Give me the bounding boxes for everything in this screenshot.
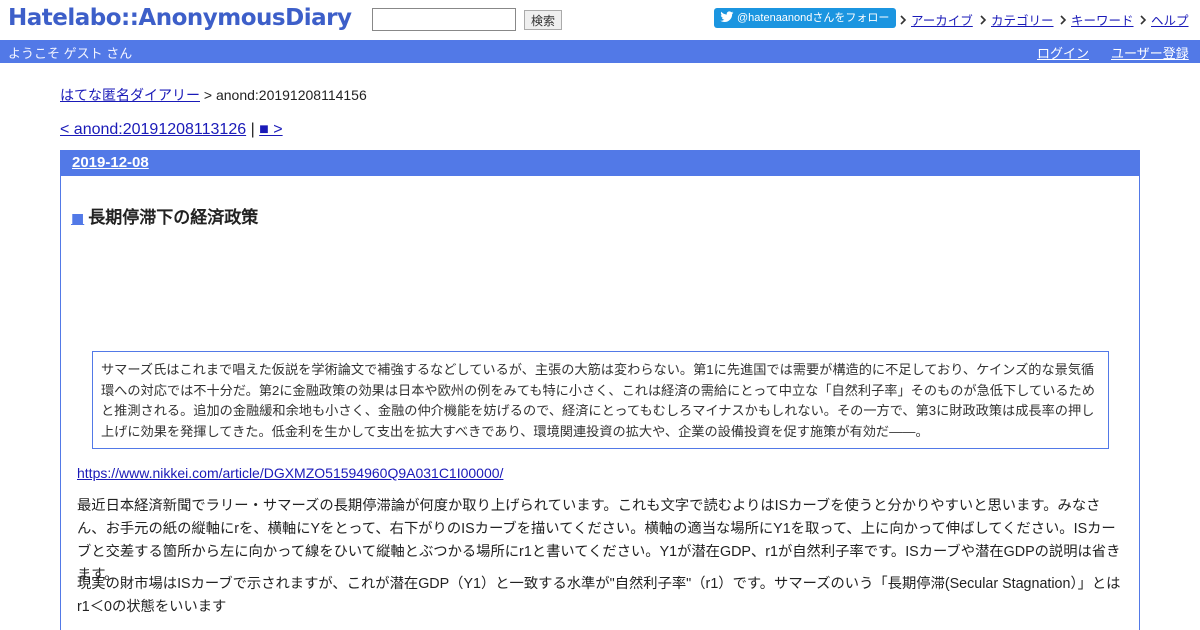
nav-category[interactable]: カテゴリー	[980, 10, 1054, 29]
search-input[interactable]	[372, 8, 516, 31]
search-button[interactable]: 検索	[524, 10, 562, 30]
breadcrumb-home-link[interactable]: はてな匿名ダイアリー	[60, 87, 200, 103]
entry-box: 2019-12-08 ■ 長期停滞下の経済政策 サマーズ氏はこれまで唱えた仮説を学…	[60, 150, 1140, 630]
nav-category-label: カテゴリー	[991, 14, 1054, 28]
header: Hatelabo::AnonymousDiary 検索 @hatenaanond…	[0, 0, 1200, 40]
chevron-right-icon	[900, 15, 907, 25]
login-link[interactable]: ログイン	[1037, 43, 1089, 62]
nav-keyword-label: キーワード	[1071, 14, 1134, 28]
chevron-right-icon	[980, 15, 987, 25]
register-link[interactable]: ユーザー登録	[1111, 43, 1189, 62]
user-bar: ようこそ ゲスト さん ログイン ユーザー登録	[0, 40, 1200, 63]
site-logo[interactable]: Hatelabo::AnonymousDiary	[8, 5, 352, 31]
entry-pager: < anond:20191208113126 | ■ >	[60, 121, 283, 139]
source-link[interactable]: https://www.nikkei.com/article/DGXMZO515…	[77, 465, 503, 481]
chevron-right-icon	[1060, 15, 1067, 25]
twitter-follow-button[interactable]: @hatenaanondさんをフォロー	[714, 8, 896, 28]
welcome-text: ようこそ ゲスト さん	[8, 46, 133, 61]
nav-archive-label: アーカイブ	[911, 14, 973, 28]
entry-title: ■ 長期停滞下の経済政策	[71, 203, 258, 228]
twitter-icon	[720, 11, 734, 22]
nav-archive[interactable]: アーカイブ	[900, 10, 973, 29]
nav-help[interactable]: ヘルプ	[1140, 10, 1189, 29]
date-bar: 2019-12-08	[61, 151, 1139, 176]
nav-help-label: ヘルプ	[1151, 14, 1189, 28]
breadcrumb-current: anond:20191208114156	[215, 87, 367, 103]
pager-separator: |	[246, 121, 260, 138]
chevron-right-icon	[1140, 15, 1147, 25]
entry-quote: サマーズ氏はこれまで唱えた仮説を学術論文で補強するなどしているが、主張の大筋は変…	[92, 351, 1109, 449]
prev-entry-link[interactable]: < anond:20191208113126	[60, 121, 246, 138]
breadcrumb: はてな匿名ダイアリー > anond:20191208114156	[60, 85, 367, 105]
twitter-follow-label: @hatenaanondさんをフォロー	[737, 12, 890, 24]
breadcrumb-separator: >	[200, 87, 216, 103]
entry-permalink-marker[interactable]: ■	[71, 211, 84, 227]
entry-paragraph: 現実の財市場はISカーブで示されますが、これが潜在GDP（Y1）と一致する水準が…	[77, 576, 1121, 615]
entry-date-link[interactable]: 2019-12-08	[72, 154, 149, 171]
entry-title-text: 長期停滞下の経済政策	[88, 208, 259, 228]
next-entry-link[interactable]: ■ >	[259, 121, 282, 138]
nav-keyword[interactable]: キーワード	[1060, 10, 1134, 29]
